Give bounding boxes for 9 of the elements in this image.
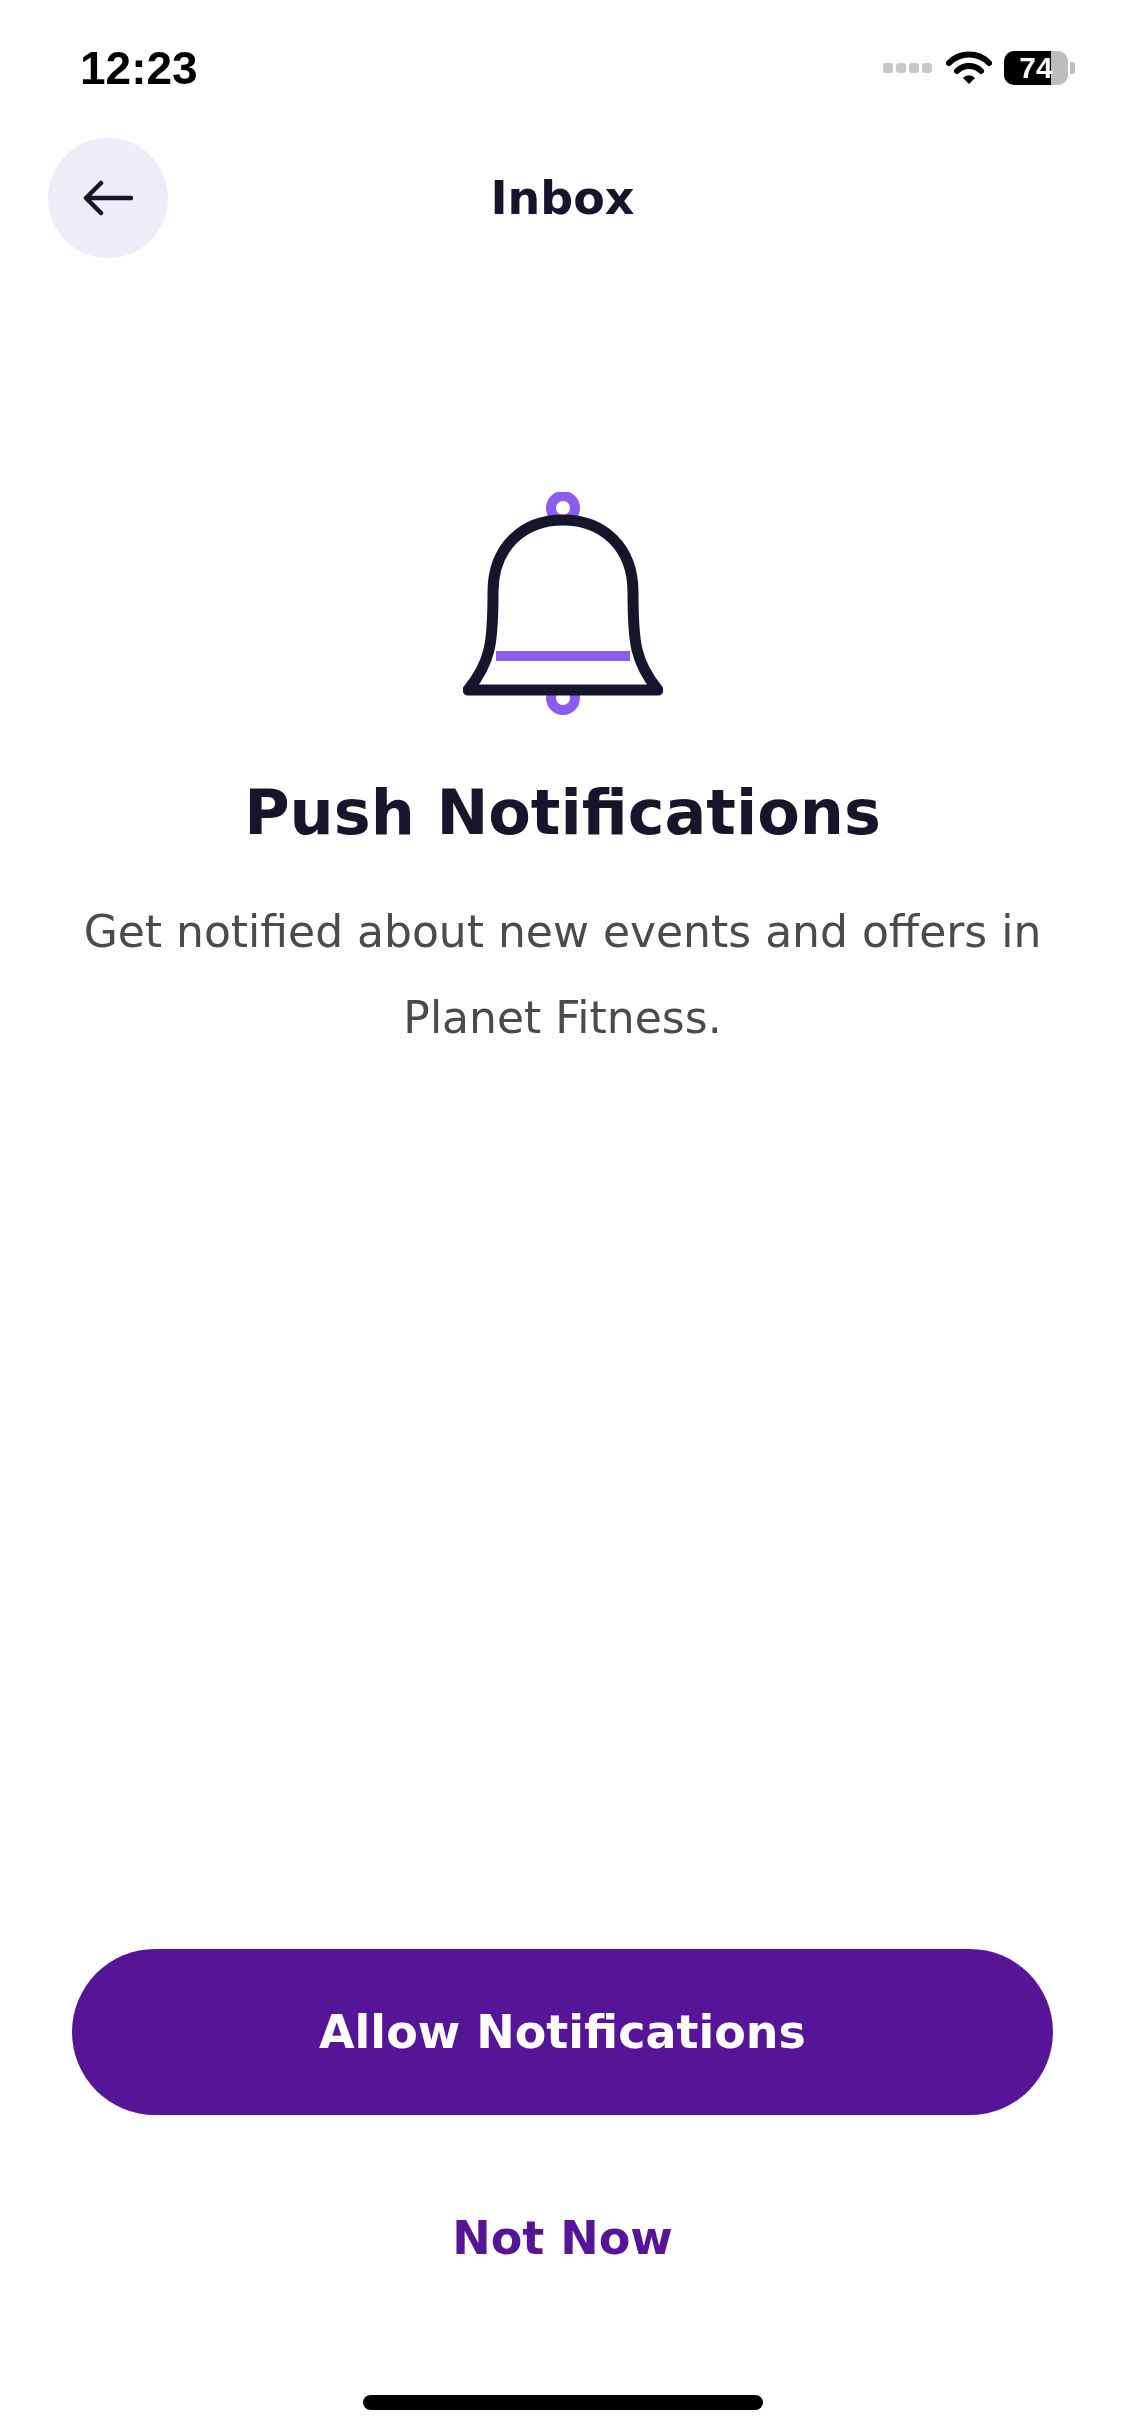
screen-title: Inbox — [490, 171, 635, 225]
signal-icon — [882, 61, 934, 75]
not-now-button[interactable]: Not Now — [432, 2201, 693, 2275]
wifi-icon — [946, 51, 992, 85]
allow-notifications-button[interactable]: Allow Notifications — [72, 1949, 1053, 2115]
notifications-heading: Push Notifications — [244, 776, 881, 849]
status-time: 12:23 — [80, 41, 198, 95]
back-arrow-icon — [83, 178, 133, 218]
description-text: Get notified about new events and offers in Planet Fitness. — [82, 905, 1043, 1045]
